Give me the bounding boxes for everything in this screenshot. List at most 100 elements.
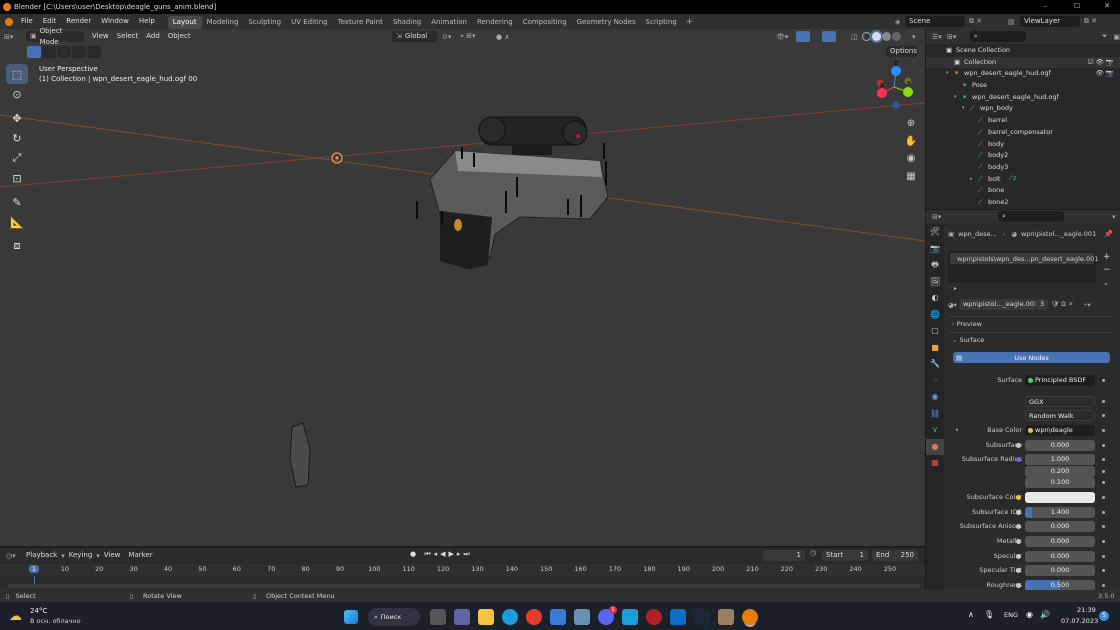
outliner-row[interactable]: ⟋ body [926,139,1120,151]
network-icon[interactable]: ◉ [1026,610,1033,619]
view-layer-new-icon[interactable]: ⧉ ✕ [1080,17,1108,26]
keyframe-dot-icon[interactable] [1102,555,1105,558]
yandex-browser-icon[interactable] [526,609,542,625]
scene-new-icon[interactable]: ⧉ ✕ [965,17,993,26]
weather-icon[interactable]: ☁ [9,609,22,624]
material-link-icon[interactable]: ⑂▾ [1083,301,1090,309]
add-slot-button[interactable]: + [1103,251,1111,264]
slot-specials-button[interactable]: ⌄ [1103,277,1111,290]
viewport-menu-view[interactable]: View [88,29,113,44]
editor-type-icon[interactable]: ⊞▾ [0,33,18,41]
object-tab-icon[interactable]: ■ [926,340,944,357]
gizmo-y-label[interactable]: Y [907,81,911,87]
tab-sculpting[interactable]: Sculpting [243,16,286,29]
keyframe-dot-icon[interactable] [1102,444,1105,447]
tab-compositing[interactable]: Compositing [518,16,572,29]
expand-arrow-icon[interactable]: ▸ [956,424,959,437]
keyframe-dot-icon[interactable] [1102,379,1105,382]
outliner-filter-icon[interactable]: ⏷ [1102,32,1108,41]
tab-shading[interactable]: Shading [388,16,426,29]
keyframe-dot-icon[interactable] [1102,525,1105,528]
gizmo-z-label[interactable]: Z [894,61,898,67]
number-field[interactable]: 0.000 [1025,536,1095,547]
tab-animation[interactable]: Animation [426,16,472,29]
tab-layout[interactable]: Layout [167,15,202,29]
blender-taskbar-icon[interactable] [742,609,758,625]
cursor-tool-icon[interactable]: ⊙ [6,84,28,104]
expand-arrow-icon[interactable]: ▾ [954,92,962,104]
remove-slot-button[interactable]: − [1103,264,1111,277]
viewport-menu-add[interactable]: Add [142,29,164,44]
outliner-row[interactable]: ⟋ bone [926,185,1120,197]
zoom-icon[interactable]: ⊕ [903,115,919,133]
edge-icon[interactable] [502,609,518,625]
outliner-row[interactable]: ⟋ body2 [926,150,1120,162]
keyframe-dot-icon[interactable] [1102,414,1105,417]
minimize-button[interactable]: – [1030,0,1060,14]
tool-tab-icon[interactable]: 🛠 [926,224,944,241]
node-link-field[interactable]: Principled BSDF [1025,375,1095,386]
surface-panel-header[interactable]: ⌄ Surface [952,336,984,344]
close-window-button[interactable]: ✕ [1092,0,1120,14]
physics-tab-icon[interactable]: ◉ [926,389,944,406]
volume-icon[interactable]: 🔊 [1040,610,1050,619]
store-icon[interactable] [550,609,566,625]
tray-overflow-icon[interactable]: ∧ [968,610,974,619]
modifier-tab-icon[interactable]: 🔧 [926,356,944,373]
scale-tool-icon[interactable]: ⤢ [6,148,28,168]
preview-range-icon[interactable]: ◷ [810,549,816,557]
tab-modeling[interactable]: Modeling [202,16,244,29]
expand-arrow-icon[interactable]: ▸ [970,174,978,186]
weather-temp[interactable]: 24°C [30,607,47,615]
material-slot-item[interactable]: wpn\pistols\wpn_des...pn_desert_eagle.00… [950,253,1098,264]
options-dropdown[interactable]: Options [886,46,918,57]
visibility-icon[interactable]: 👁▾ [776,33,788,41]
scene-icon[interactable]: ◈ [895,18,905,26]
shading-options-icon[interactable]: ▾ [912,33,916,41]
expand-arrow-icon[interactable]: ▾ [946,68,954,80]
notification-count[interactable]: 5 [1099,611,1109,621]
number-field[interactable]: 0.000 [1025,440,1095,451]
playback-controls[interactable]: ● ⏮◂◀▶▸⏭ [410,550,473,559]
telegram-icon[interactable] [622,609,638,625]
particles-tab-icon[interactable]: ⁘ [926,373,944,390]
dropdown-select[interactable]: GGX [1025,396,1095,407]
viewport-menu-select[interactable]: Select [113,29,143,44]
material-slot-list[interactable]: wpn\pistols\wpn_des...pn_desert_eagle.00… [948,251,1098,292]
xray-icon[interactable]: ◫ [851,33,858,41]
timeline-menu-marker[interactable]: Marker [124,548,156,563]
tab-geometry-nodes[interactable]: Geometry Nodes [572,16,641,29]
task-view-icon[interactable] [430,609,446,625]
vscode-icon[interactable] [670,609,686,625]
tab-uv-editing[interactable]: UV Editing [286,16,333,29]
constraints-tab-icon[interactable]: ⛓ [926,406,944,423]
snap-icon[interactable]: ⌖ ⊞▾ [460,32,476,41]
outliner-filter-mode-icon[interactable]: ⊞▾ [947,33,964,41]
properties-options-icon[interactable]: ▾ [1112,213,1116,221]
wireframe-shading-icon[interactable] [862,32,871,41]
outliner-row[interactable]: ⟋ barrel_compensator [926,127,1120,139]
number-field[interactable]: 0.100 [1025,477,1095,488]
tab-rendering[interactable]: Rendering [472,16,518,29]
menu-file[interactable]: File [16,14,38,29]
render-tab-icon[interactable]: 📷 [926,241,944,258]
visibility-toggles-icon[interactable]: ☑ 👁 📷 [1088,57,1114,69]
end-frame-field[interactable]: End 250 [872,550,918,561]
rotate-tool-icon[interactable]: ↻ [6,128,28,148]
world-tab-icon[interactable]: 🌐 [926,307,944,324]
clock-date[interactable]: 07.07.2023 [1061,617,1098,625]
rendered-shading-icon[interactable] [892,32,901,41]
menu-help[interactable]: Help [134,14,160,29]
steam-icon[interactable] [694,609,710,625]
menu-window[interactable]: Window [96,14,134,29]
preview-panel-header[interactable]: › Preview [952,320,982,328]
select-subtract-icon[interactable] [57,46,71,58]
keyframe-dot-icon[interactable] [1102,584,1105,587]
material-browse-icon[interactable]: ◕▾ [948,301,957,309]
keyframe-dot-icon[interactable] [1102,540,1105,543]
media-icon[interactable] [718,609,734,625]
scene-selector[interactable]: Scene [905,16,965,27]
gizmo-x-label[interactable]: X [880,83,884,89]
number-field[interactable]: 0.000 [1025,551,1095,562]
data-tab-icon[interactable]: ⋎ [926,422,944,439]
